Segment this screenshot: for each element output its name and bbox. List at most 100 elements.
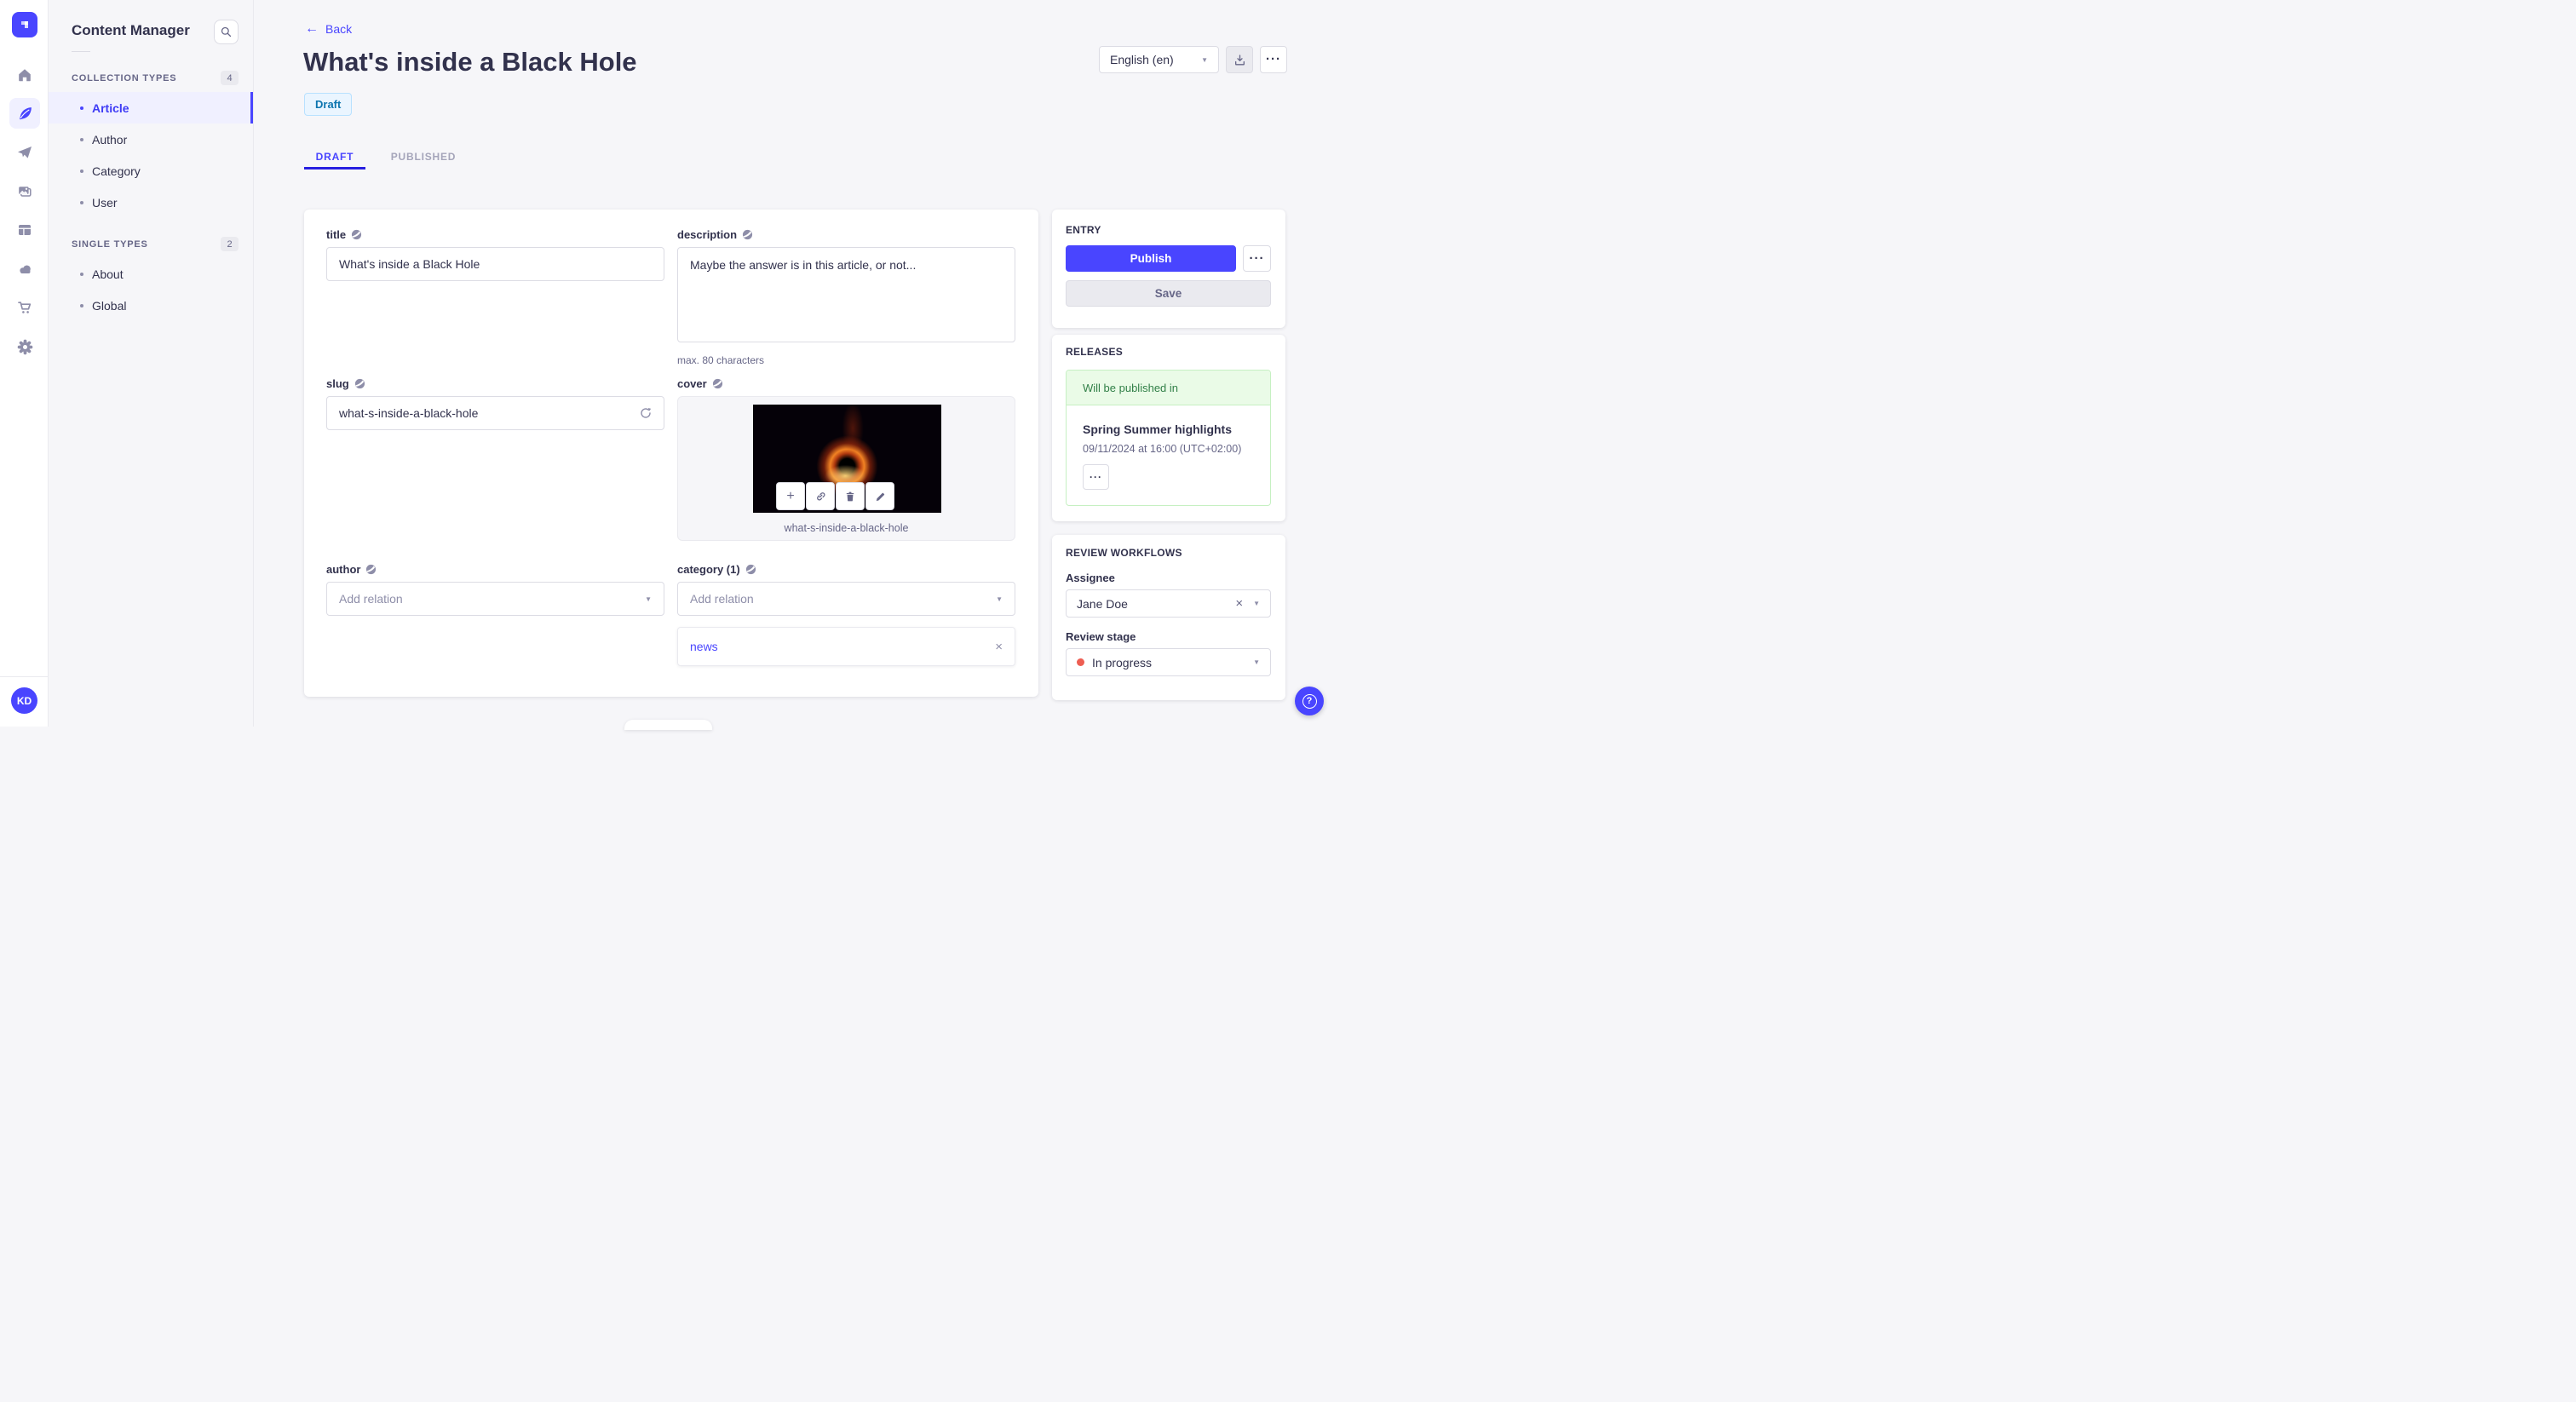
slug-field-label: slug	[326, 377, 349, 390]
nav-content-manager[interactable]	[9, 98, 40, 129]
pencil-icon	[876, 491, 885, 501]
single-types-count-badge: 2	[221, 237, 239, 251]
strapi-logo[interactable]	[12, 12, 37, 37]
relation-news-link[interactable]: news	[690, 640, 718, 653]
trash-icon	[846, 491, 854, 501]
release-date: 09/11/2024 at 16:00 (UTC+02:00)	[1083, 443, 1242, 455]
nav-cloud[interactable]	[9, 254, 40, 284]
nav-deploy[interactable]	[9, 137, 40, 168]
sidebar-item-author[interactable]: Author	[49, 124, 253, 155]
assignee-combobox[interactable]: Jane Doe × ▼	[1066, 589, 1271, 618]
collection-types-section: COLLECTION TYPES 4 Article Author Catego…	[49, 71, 253, 218]
tab-published[interactable]: PUBLISHED	[381, 145, 466, 168]
cart-icon	[18, 302, 32, 313]
nav-settings[interactable]	[9, 331, 40, 362]
strapi-logo-icon	[21, 21, 28, 28]
regenerate-slug-button[interactable]	[635, 403, 656, 423]
category-field-label: category (1)	[677, 563, 740, 576]
plus-icon: +	[786, 488, 795, 503]
refresh-icon	[641, 407, 652, 418]
description-field-label: description	[677, 228, 738, 241]
title-input[interactable]	[326, 247, 664, 281]
avatar-initials: KD	[16, 694, 32, 707]
release-more-button[interactable]: ···	[1083, 464, 1109, 490]
home-icon	[19, 69, 31, 82]
chevron-down-icon: ▼	[1253, 658, 1260, 666]
stage-status-dot	[1077, 658, 1084, 666]
category-relation-combobox[interactable]: Add relation ▼	[677, 582, 1015, 616]
chevron-down-icon: ▼	[1253, 600, 1260, 607]
cover-delete-button[interactable]	[836, 482, 865, 510]
bullet-icon	[80, 303, 83, 307]
review-workflows-heading: REVIEW WORKFLOWS	[1066, 547, 1182, 559]
review-stage-label: Review stage	[1066, 630, 1136, 643]
nav-home[interactable]	[9, 60, 40, 90]
publish-button[interactable]: Publish	[1066, 245, 1236, 272]
nav-media-library[interactable]	[9, 176, 40, 207]
user-avatar[interactable]: KD	[11, 687, 37, 714]
settings-gear-icon	[17, 339, 32, 354]
chevron-down-icon: ▼	[1201, 55, 1208, 64]
collection-types-heading: COLLECTION TYPES	[72, 72, 177, 83]
sidebar-item-label: Article	[92, 101, 129, 115]
nav-marketplace[interactable]	[9, 292, 40, 323]
localized-globe-icon	[352, 229, 362, 240]
cover-add-button[interactable]: +	[776, 482, 805, 510]
subnav-search-button[interactable]	[214, 20, 239, 44]
clear-assignee-icon[interactable]: ×	[1235, 596, 1243, 611]
localized-globe-icon	[743, 229, 753, 240]
tab-draft[interactable]: DRAFT	[304, 145, 365, 168]
sidebar-item-label: Author	[92, 132, 128, 147]
bullet-icon	[80, 137, 83, 141]
active-tab-underline	[304, 167, 365, 170]
category-relation-item: news ×	[677, 627, 1015, 666]
content-manager-subnav: Content Manager COLLECTION TYPES 4 Artic…	[49, 0, 254, 727]
sidebar-item-global[interactable]: Global	[49, 290, 253, 321]
save-button[interactable]: Save	[1066, 280, 1271, 307]
locale-select[interactable]: English (en) ▼	[1099, 46, 1219, 73]
main-nav-rail: KD	[0, 0, 49, 727]
sidebar-item-label: User	[92, 195, 118, 210]
layout-icon	[19, 225, 31, 235]
sidebar-item-about[interactable]: About	[49, 258, 253, 290]
cover-edit-button[interactable]	[865, 482, 894, 510]
releases-panel-heading: RELEASES	[1066, 346, 1124, 358]
back-link[interactable]: ← Back	[305, 21, 352, 37]
subnav-title: Content Manager	[72, 22, 190, 38]
strapi-admin-app: KD Content Manager COLLECTION TYPES 4 Ar…	[0, 0, 1336, 730]
help-button[interactable]: ?	[1295, 687, 1324, 715]
localized-globe-icon	[712, 378, 722, 389]
author-field-label: author	[326, 563, 361, 576]
cloud-icon	[19, 265, 31, 273]
sidebar-item-user[interactable]: User	[49, 187, 253, 218]
description-textarea[interactable]: Maybe the answer is in this article, or …	[677, 247, 1015, 342]
cover-copy-link-button[interactable]	[806, 482, 835, 510]
review-workflows-panel: REVIEW WORKFLOWS Assignee Jane Doe × ▼ R…	[1052, 535, 1285, 700]
sidebar-item-article[interactable]: Article	[49, 92, 253, 124]
rail-divider	[0, 676, 48, 677]
sidebar-item-label: Category	[92, 164, 141, 178]
search-icon	[221, 26, 232, 37]
review-stage-combobox[interactable]: In progress ▼	[1066, 648, 1271, 676]
release-card: Will be published in Spring Summer highl…	[1066, 370, 1271, 506]
author-relation-combobox[interactable]: Add relation ▼	[326, 582, 664, 616]
link-icon	[816, 492, 825, 501]
header-more-button[interactable]: ···	[1260, 46, 1287, 73]
back-arrow-icon: ←	[305, 21, 319, 36]
chevron-down-icon: ▼	[996, 595, 1003, 603]
subnav-divider	[72, 51, 90, 52]
sidebar-item-category[interactable]: Category	[49, 155, 253, 187]
slug-input[interactable]	[326, 396, 664, 430]
help-icon: ?	[1302, 693, 1317, 709]
remove-relation-button[interactable]: ×	[995, 640, 1003, 654]
nav-content-type-builder[interactable]	[9, 215, 40, 245]
assignee-label: Assignee	[1066, 572, 1115, 584]
bullet-icon	[80, 200, 83, 204]
entry-more-button[interactable]: ···	[1243, 245, 1271, 272]
version-tabs: DRAFT PUBLISHED	[304, 145, 466, 168]
category-relation-placeholder: Add relation	[690, 592, 754, 606]
sidebar-item-label: Global	[92, 298, 127, 313]
export-button[interactable]	[1226, 46, 1253, 73]
release-title: Spring Summer highlights	[1083, 422, 1233, 436]
release-status: Will be published in	[1067, 371, 1270, 405]
